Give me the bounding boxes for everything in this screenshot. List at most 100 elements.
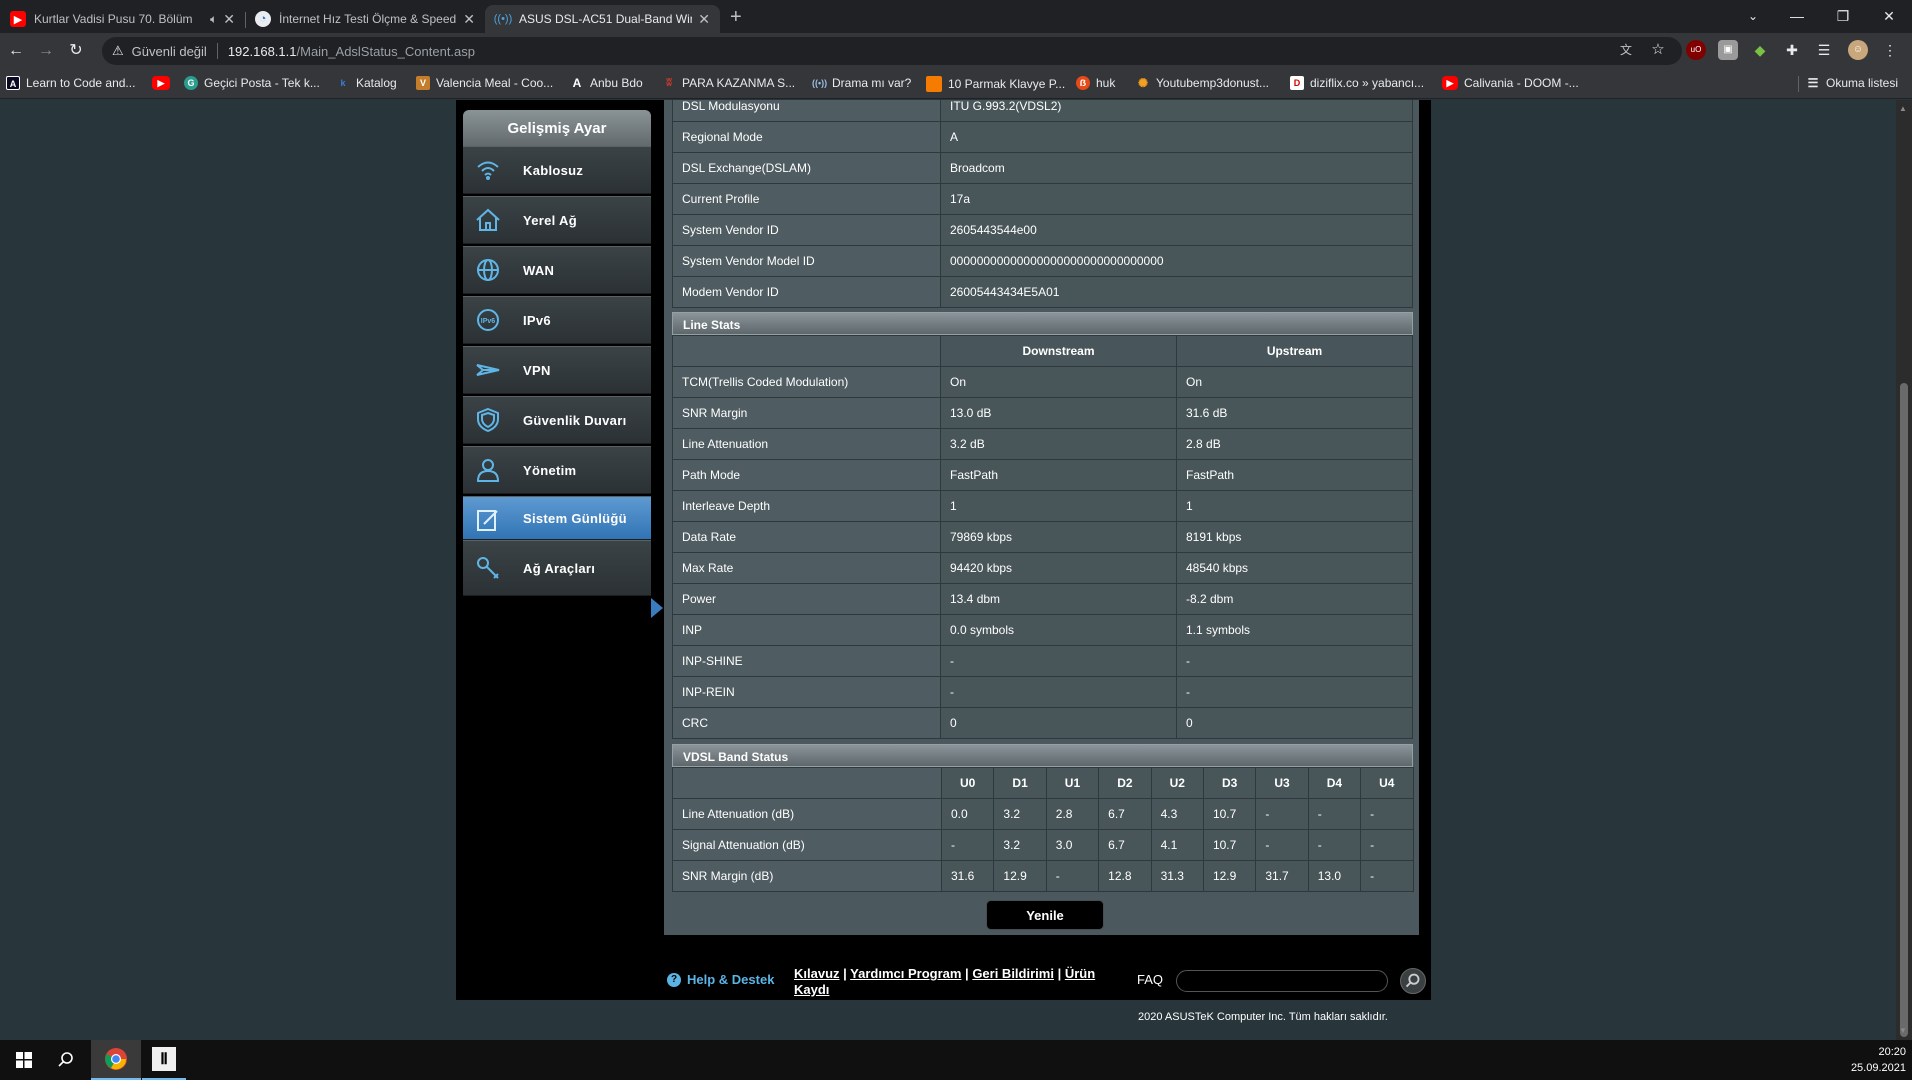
close-icon[interactable]: ✕ — [223, 11, 235, 28]
bookmark-item[interactable]: k Katalog — [336, 76, 396, 90]
katalog-icon: k — [340, 78, 346, 88]
table-row: System Vendor Model ID 000000000000000000… — [672, 245, 1413, 277]
system-clock[interactable]: 20:20 25.09.2021 — [1851, 1044, 1906, 1076]
close-icon[interactable]: ✕ — [698, 11, 710, 28]
bookmark-item[interactable]: ẞhuk — [1076, 76, 1115, 90]
search-button[interactable] — [42, 1040, 90, 1080]
tab-search-button[interactable]: ⌄ — [1730, 4, 1776, 28]
table-row: Line Attenuation (dB) 0.0 3.2 2.8 6.7 4.… — [672, 798, 1414, 830]
minimize-button[interactable]: — — [1774, 4, 1820, 28]
user-icon — [476, 459, 500, 482]
sidebar-item-yerel-ag[interactable]: Yerel Ağ — [463, 196, 651, 244]
faq-search-input[interactable] — [1176, 970, 1388, 992]
tab-speedtest[interactable]: ◔ İnternet Hız Testi Ölçme & Speed ✕ — [245, 5, 485, 33]
close-window-button[interactable]: ✕ — [1866, 4, 1912, 28]
utility-link[interactable]: Yardımcı Program — [850, 966, 961, 981]
diziflix-icon: D — [1290, 76, 1304, 90]
bookmark-item[interactable]: ((•)) Drama mı var? — [812, 76, 911, 90]
sidebar-item-yonetim[interactable]: Yönetim — [463, 446, 651, 494]
reload-button[interactable]: ↻ — [64, 40, 88, 62]
bookmark-item[interactable]: ▶ — [152, 76, 176, 90]
extension-grey-icon[interactable]: ▣ — [1718, 40, 1738, 60]
feedback-link[interactable]: Geri Bildirimi — [972, 966, 1054, 981]
bookmark-item[interactable]: ʬ PARA KAZANMA S... — [662, 76, 795, 90]
faq-label: FAQ — [1137, 972, 1164, 987]
chrome-taskbar-button[interactable] — [91, 1040, 141, 1080]
back-button[interactable]: ← — [4, 40, 28, 62]
svg-text:IPv6: IPv6 — [481, 318, 496, 325]
bookmark-item[interactable]: ✺ Youtubemp3donust... — [1136, 76, 1269, 90]
security-status[interactable]: Güvenli değil — [132, 44, 207, 59]
page-scrollbar[interactable]: ▲ ▼ — [1896, 100, 1912, 1040]
windows-icon — [16, 1052, 32, 1068]
tab-asus-router[interactable]: ((•)) ASUS DSL-AC51 Dual-Band Wirel ✕ — [485, 5, 720, 33]
sidebar-item-wan[interactable]: WAN — [463, 246, 651, 294]
new-tab-button[interactable]: + — [730, 6, 742, 29]
extension-green-icon[interactable]: ◆ — [1750, 40, 1770, 60]
url-host[interactable]: 192.168.1.1 — [228, 44, 297, 59]
mail-icon: G — [184, 76, 198, 90]
bookmark-item[interactable]: 10 Parmak Klavye P... — [926, 76, 1065, 92]
table-row: INP-REIN - - — [672, 676, 1413, 708]
reading-list-icon[interactable]: ☰ — [1814, 40, 1834, 60]
speaker-icon[interactable]: 🔈︎ — [210, 12, 217, 27]
tab-youtube[interactable]: ▶ Kurtlar Vadisi Pusu 70. Bölüm 🔈︎ ✕ — [0, 5, 245, 33]
table-row: CRC 0 0 — [672, 707, 1413, 739]
sidebar-item-ag-araclari[interactable]: Ağ Araçları — [463, 540, 651, 596]
scrollbar-thumb[interactable] — [1900, 383, 1908, 1037]
copyright: 2020 ASUSTeK Computer Inc. Tüm hakları s… — [1138, 1011, 1388, 1023]
sidebar-item-ipv6[interactable]: IPv6 IPv6 — [463, 296, 651, 344]
audio-wave-icon: ✺ — [1137, 76, 1149, 90]
table-row: System Vendor ID 2605443544e00 — [672, 214, 1413, 246]
windows-taskbar: Ⅱ 20:20 25.09.2021 — [0, 1040, 1912, 1080]
vdsl-band-table: U0 D1 U1 D2 U2 D3 U3 D4 U4 Line Attenuat… — [672, 767, 1414, 892]
bookmark-star-icon[interactable]: ☆ — [1648, 40, 1668, 60]
table-row: Signal Attenuation (dB) - 3.2 3.0 6.7 4.… — [672, 829, 1414, 861]
bookmark-item[interactable]: A Learn to Code and... — [6, 76, 135, 90]
huk-icon: ẞ — [1076, 76, 1090, 90]
menu-kebab-icon[interactable]: ⋮ — [1880, 40, 1900, 60]
ipv6-icon: IPv6 — [477, 309, 499, 331]
bookmark-item[interactable]: ▶ Calivania - DOOM -... — [1442, 76, 1579, 90]
asus-wifi-icon: ((•)) — [493, 13, 513, 25]
app-taskbar-button[interactable]: Ⅱ — [142, 1040, 186, 1080]
bookmark-item[interactable]: V Valencia Meal - Coo... — [416, 76, 553, 90]
sidebar-item-guvenlik-duvari[interactable]: Güvenlik Duvarı — [463, 396, 651, 444]
translate-icon[interactable]: 文 — [1616, 40, 1636, 60]
url-path[interactable]: /Main_AdslStatus_Content.asp — [297, 44, 476, 59]
ublock-icon[interactable]: uO — [1686, 40, 1706, 60]
vpn-icon — [476, 364, 500, 376]
scroll-down-icon[interactable]: ▼ — [1899, 1026, 1907, 1035]
search-icon — [58, 1052, 73, 1067]
valencia-icon: V — [416, 76, 430, 90]
bookmark-item[interactable]: A Anbu Bdo — [570, 76, 643, 90]
address-bar[interactable]: ⚠ Güvenli değil 192.168.1.1/Main_AdslSta… — [102, 37, 1682, 65]
manual-link[interactable]: Kılavuz — [794, 966, 840, 981]
forward-button[interactable]: → — [34, 40, 58, 62]
sidebar-item-vpn[interactable]: VPN — [463, 346, 651, 394]
table-row: DSL Exchange(DSLAM) Broadcom — [672, 152, 1413, 184]
bookmark-item[interactable]: G Geçici Posta - Tek k... — [184, 76, 320, 90]
faq-search-button[interactable] — [1400, 968, 1426, 994]
restore-button[interactable]: ❐ — [1820, 4, 1866, 28]
scroll-up-icon[interactable]: ▲ — [1899, 104, 1907, 113]
sidebar-item-kablosuz[interactable]: Kablosuz — [463, 146, 651, 194]
dsl-info-table: DSL Modulasyonu ITU G.993.2(VDSL2) Region… — [672, 100, 1413, 308]
table-row: Max Rate 94420 kbps 48540 kbps — [672, 552, 1413, 584]
line-stats-header: Line Stats — [672, 312, 1413, 335]
reading-list-button[interactable]: ☰ Okuma listesi — [1806, 76, 1898, 90]
warning-icon[interactable]: ⚠ — [112, 43, 124, 59]
help-support[interactable]: ? Help & Destek — [667, 972, 774, 987]
refresh-button[interactable]: Yenile — [986, 900, 1104, 930]
chrome-icon — [105, 1048, 127, 1070]
table-row: SNR Margin 13.0 dB 31.6 dB — [672, 397, 1413, 429]
bookmark-item[interactable]: Ddiziflix.co » yabancı... — [1290, 76, 1424, 90]
extensions-puzzle-icon[interactable]: ✚ — [1782, 40, 1802, 60]
router-page: Gelişmiş Ayar Kablosuz Yerel Ağ WAN IPv6… — [0, 100, 1896, 1040]
reading-list-icon: ☰ — [1807, 76, 1819, 90]
line-stats-table: Downstream Upstream TCM(Trellis Coded Mod… — [672, 335, 1413, 739]
profile-avatar[interactable]: ☺ — [1848, 40, 1868, 60]
start-button[interactable] — [0, 1040, 48, 1080]
close-icon[interactable]: ✕ — [463, 11, 475, 28]
sidebar-item-sistem-gunlugu[interactable]: Sistem Günlüğü — [463, 496, 651, 540]
